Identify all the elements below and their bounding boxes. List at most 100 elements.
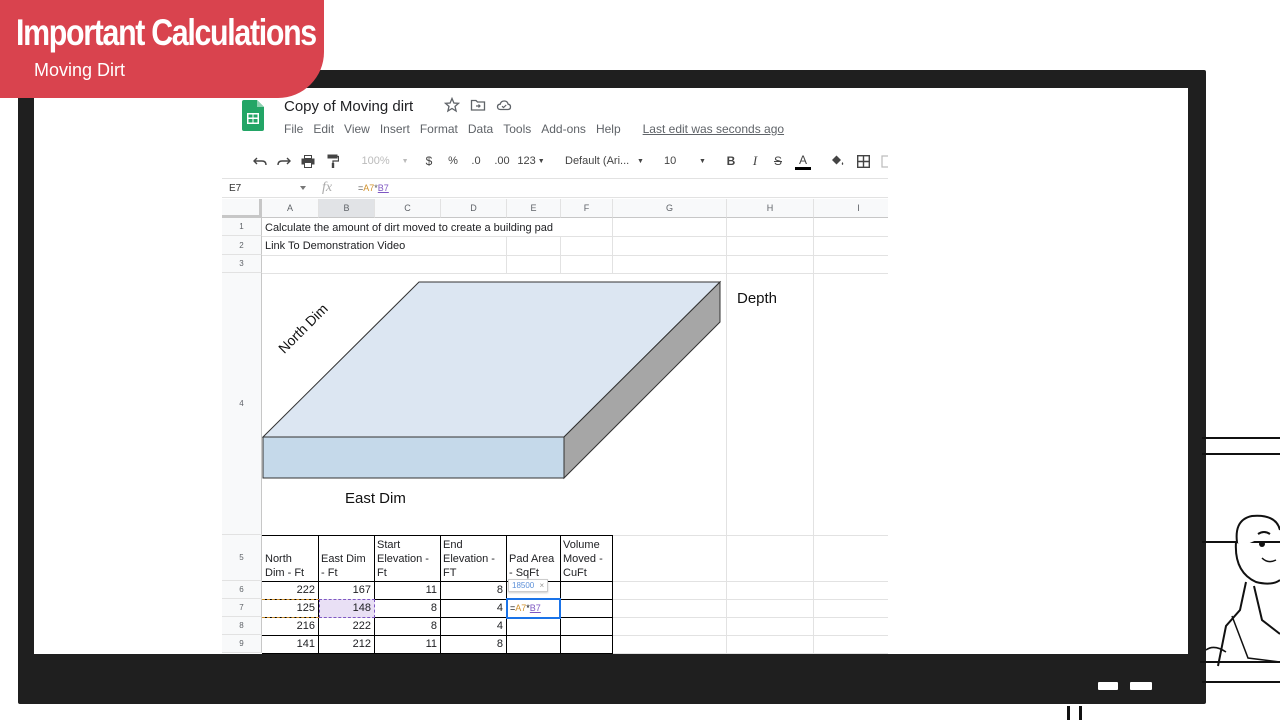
print-button[interactable] [300, 148, 316, 174]
cell-e7-formula[interactable]: =A7*B7 [510, 603, 541, 613]
header-pad-area[interactable]: Pad Area - SqFt [509, 552, 554, 580]
cell-d6[interactable]: 8 [441, 584, 503, 596]
menu-file[interactable]: File [284, 122, 303, 136]
cell-b9[interactable]: 212 [319, 638, 371, 650]
sheet-grid[interactable]: A B C D E F G H I 1 2 3 4 5 6 7 8 9 Calc… [222, 199, 888, 654]
cell-c6[interactable]: 11 [375, 584, 437, 596]
row-header-3[interactable]: 3 [222, 255, 262, 273]
undo-button[interactable] [252, 148, 268, 174]
bold-button[interactable]: B [724, 148, 738, 174]
row-header-1[interactable]: 1 [222, 218, 262, 236]
sheets-app: Copy of Moving dirt File Edit View Inser… [222, 88, 888, 654]
percent-button[interactable]: % [446, 148, 460, 174]
menu-view[interactable]: View [344, 122, 370, 136]
cell-d7[interactable]: 4 [441, 602, 503, 614]
header-end-elevation[interactable]: End Elevation - FT [443, 538, 495, 580]
select-all-corner[interactable] [222, 199, 262, 218]
last-edit-link[interactable]: Last edit was seconds ago [643, 122, 784, 136]
decrease-decimal-button[interactable]: .0 [468, 148, 484, 174]
header-start-elevation[interactable]: Start Elevation - Ft [377, 538, 429, 580]
menu-addons[interactable]: Add-ons [541, 122, 586, 136]
row-header-8[interactable]: 8 [222, 617, 262, 635]
row-header-4[interactable]: 4 [222, 273, 262, 535]
table-border [612, 535, 613, 654]
document-title[interactable]: Copy of Moving dirt [284, 98, 413, 115]
edit-ref-a: A7 [515, 603, 527, 613]
header-line: Start [377, 539, 401, 551]
cell-a1[interactable]: Calculate the amount of dirt moved to cr… [265, 222, 553, 234]
depth-label: Depth [737, 290, 778, 307]
column-header-a[interactable]: A [262, 199, 319, 218]
cell-c9[interactable]: 11 [375, 638, 437, 650]
cell-b7[interactable]: 148 [319, 602, 371, 614]
borders-button[interactable] [855, 148, 871, 174]
fill-color-button[interactable] [829, 148, 845, 174]
row-header-9[interactable]: 9 [222, 635, 262, 653]
column-header-d[interactable]: D [441, 199, 507, 218]
cell-c7[interactable]: 8 [375, 602, 437, 614]
column-header-b[interactable]: B [319, 199, 375, 218]
screen-button [1098, 682, 1118, 690]
cell-a9[interactable]: 141 [262, 638, 315, 650]
cell-b8[interactable]: 222 [319, 620, 371, 632]
redo-icon [277, 157, 291, 166]
row-header-7[interactable]: 7 [222, 599, 262, 617]
name-box-arrow-icon[interactable] [300, 186, 306, 190]
merge-cells-icon [881, 154, 888, 168]
header-volume-moved[interactable]: Volume Moved - CuFt [563, 538, 603, 580]
more-formats-button[interactable]: 123 ▼ [516, 148, 546, 174]
header-line: East Dim [321, 553, 366, 565]
tooltip-close-icon[interactable]: × [539, 581, 544, 590]
menu-help[interactable]: Help [596, 122, 621, 136]
move-to-folder-icon[interactable] [470, 97, 486, 113]
column-header-e[interactable]: E [507, 199, 561, 218]
font-size-select[interactable]: 10 ▼ [664, 148, 710, 174]
cell-a6[interactable]: 222 [262, 584, 315, 596]
cell-a7[interactable]: 125 [262, 602, 315, 614]
row-header-5[interactable]: 5 [222, 535, 262, 581]
gridline [813, 218, 814, 654]
person-sketch-icon [1205, 514, 1280, 667]
text-color-button[interactable]: A [794, 148, 812, 174]
paint-format-button[interactable] [325, 148, 341, 174]
row-header-6[interactable]: 6 [222, 581, 262, 599]
zoom-select[interactable]: 100% ▼ [361, 148, 408, 174]
gridline [506, 236, 507, 273]
row-header-2[interactable]: 2 [222, 236, 262, 255]
cell-a8[interactable]: 216 [262, 620, 315, 632]
header-east-dim[interactable]: East Dim - Ft [321, 552, 366, 580]
active-cell-e7[interactable]: =A7*B7 [506, 598, 561, 619]
name-box[interactable]: E7 [229, 183, 241, 194]
column-header-c[interactable]: C [375, 199, 441, 218]
font-select[interactable]: Default (Ari... ▼ [565, 148, 645, 174]
cell-a2[interactable]: Link To Demonstration Video [265, 240, 405, 252]
pad-front-face [262, 436, 565, 479]
column-header-g[interactable]: G [613, 199, 727, 218]
cell-d9[interactable]: 8 [441, 638, 503, 650]
menu-data[interactable]: Data [468, 122, 493, 136]
header-north-dim[interactable]: North Dim - Ft [265, 552, 304, 580]
column-header-i[interactable]: I [814, 199, 888, 218]
increase-decimal-button[interactable]: .00 [492, 148, 512, 174]
strikethrough-button[interactable]: S [771, 148, 785, 174]
italic-button[interactable]: I [748, 148, 762, 174]
currency-button[interactable]: $ [422, 148, 436, 174]
cloud-status-icon[interactable] [496, 97, 512, 113]
title-icons [444, 97, 512, 113]
header-line: End [443, 539, 463, 551]
star-icon[interactable] [444, 97, 460, 113]
merge-cells-button[interactable] [881, 148, 888, 174]
menu-tools[interactable]: Tools [503, 122, 531, 136]
menu-edit[interactable]: Edit [313, 122, 334, 136]
menu-format[interactable]: Format [420, 122, 458, 136]
cell-b6[interactable]: 167 [319, 584, 371, 596]
menu-insert[interactable]: Insert [380, 122, 410, 136]
column-header-h[interactable]: H [727, 199, 814, 218]
sheets-logo-icon[interactable] [242, 100, 264, 131]
cell-c8[interactable]: 8 [375, 620, 437, 632]
cell-d8[interactable]: 4 [441, 620, 503, 632]
column-header-f[interactable]: F [561, 199, 613, 218]
stand-leg [1079, 706, 1082, 720]
formula-input[interactable]: =A7*B7 [358, 183, 389, 193]
redo-button[interactable] [276, 148, 292, 174]
